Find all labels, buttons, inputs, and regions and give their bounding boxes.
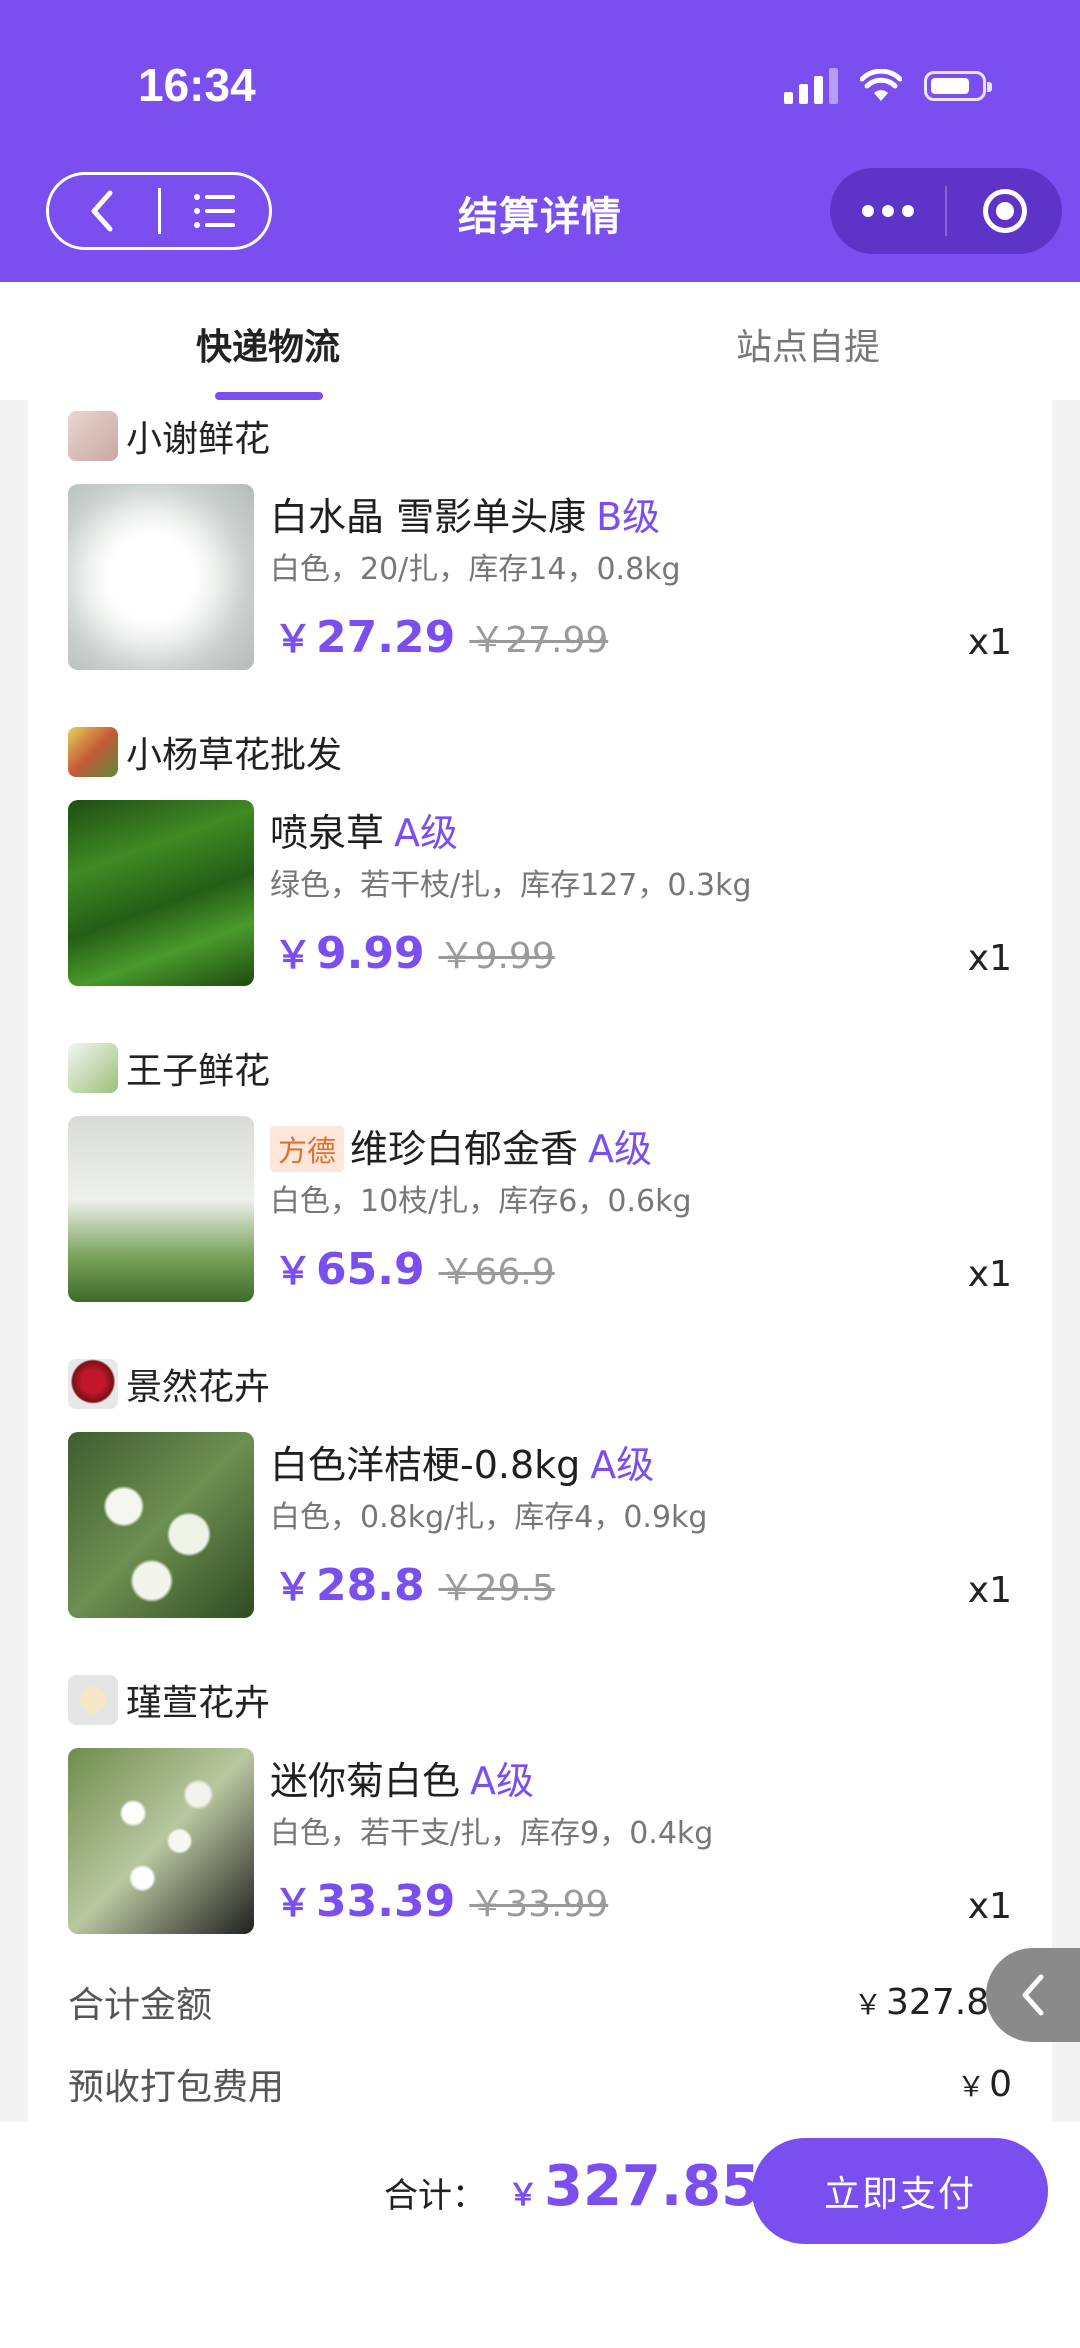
price-original: ￥33.99	[469, 1884, 609, 1925]
product-image[interactable]	[68, 1748, 254, 1934]
mini-program-capsule	[830, 168, 1062, 254]
delivery-tabs: 快递物流 站点自提	[0, 282, 1080, 400]
product-spec: 绿色，若干枝/扎，库存127，0.3kg	[270, 868, 752, 903]
price-original: ￥66.9	[438, 1252, 555, 1293]
product-spec: 白色，0.8kg/扎，库存4，0.9kg	[270, 1500, 708, 1535]
shop-header[interactable]: 瑾萱花卉	[68, 1674, 270, 1726]
target-icon	[982, 189, 1027, 233]
price-current: 28.8	[316, 1560, 425, 1611]
product-price: ￥33.39 ￥33.99	[274, 1872, 608, 1927]
tab-active-indicator	[215, 392, 323, 400]
product-image[interactable]	[68, 484, 254, 670]
product-quantity: x1	[967, 1254, 1012, 1295]
chevron-left-icon	[1022, 1974, 1044, 2016]
shop-name: 瑾萱花卉	[126, 1683, 271, 1724]
shop-header[interactable]: 王子鲜花	[68, 1042, 270, 1094]
shop-logo	[68, 1675, 118, 1725]
product-grade: B级	[596, 495, 661, 539]
currency-symbol: ￥	[274, 1565, 313, 1609]
price-current: 33.39	[316, 1876, 456, 1927]
product-price: ￥27.29 ￥27.99	[274, 608, 608, 663]
packing-fee-value: ￥ 0	[957, 2063, 1012, 2105]
price-current: 65.9	[316, 1244, 425, 1295]
product-spec: 白色，10枝/扎，库存6，0.6kg	[270, 1184, 692, 1219]
status-icons	[784, 66, 992, 106]
product-quantity: x1	[967, 622, 1012, 663]
pay-now-button[interactable]: 立即支付	[752, 2138, 1048, 2244]
order-card: 小谢鲜花 白水晶 雪影单头康 B级 白色，20/扎，库存14，0.8kg ￥27.…	[28, 400, 1052, 2122]
shop-name: 王子鲜花	[126, 1051, 271, 1092]
shop-logo	[68, 411, 118, 461]
currency-symbol: ￥	[274, 1881, 313, 1925]
shop-name: 小杨草花批发	[126, 735, 343, 776]
more-dots-icon	[861, 205, 914, 217]
packing-fee-row: 预收打包费用 ￥ 0	[68, 2058, 1012, 2110]
subtotal-row: 合计金额 ￥ 327.85	[68, 1976, 1012, 2028]
product-quantity: x1	[967, 1886, 1012, 1927]
tab-pickup[interactable]: 站点自提	[736, 318, 880, 370]
total-label: 合计：	[384, 2176, 486, 2216]
close-mini-program-button[interactable]	[947, 168, 1062, 254]
subtotal-label: 合计金额	[68, 1985, 213, 2026]
product-quantity: x1	[967, 1570, 1012, 1611]
signal-icon	[784, 68, 838, 104]
price-original: ￥27.99	[469, 620, 609, 661]
shop-logo	[68, 727, 118, 777]
product-title[interactable]: 喷泉草 A级	[270, 802, 458, 857]
shop-header[interactable]: 景然花卉	[68, 1358, 270, 1410]
side-drawer-toggle[interactable]	[986, 1948, 1080, 2042]
currency-symbol: ￥	[274, 617, 313, 661]
price-current: 27.29	[316, 612, 456, 663]
product-grade: A级	[394, 811, 459, 855]
status-time: 16:34	[138, 59, 256, 111]
product-spec: 白色，20/扎，库存14，0.8kg	[270, 552, 681, 587]
total-value: ￥ 327.85	[508, 2154, 761, 2219]
shop-name: 景然花卉	[126, 1367, 271, 1408]
packing-fee-label: 预收打包费用	[68, 2067, 285, 2108]
header: 16:34 结算详情	[0, 0, 1080, 282]
product-quantity: x1	[967, 938, 1012, 979]
product-spec: 白色，若干支/扎，库存9，0.4kg	[270, 1816, 714, 1851]
product-title[interactable]: 方德 维珍白郁金香 A级	[270, 1118, 652, 1175]
product-image[interactable]	[68, 800, 254, 986]
product-grade: A级	[590, 1443, 655, 1487]
currency-symbol: ￥	[274, 1249, 313, 1293]
more-button[interactable]	[830, 168, 945, 254]
product-title[interactable]: 白色洋桔梗-0.8kg A级	[270, 1434, 654, 1489]
supplier-tag: 方德	[270, 1125, 345, 1172]
wifi-icon	[860, 69, 902, 101]
tab-express[interactable]: 快递物流	[196, 318, 340, 370]
product-title[interactable]: 白水晶 雪影单头康 B级	[270, 486, 660, 541]
price-current: 9.99	[316, 928, 425, 979]
price-original: ￥9.99	[438, 936, 555, 977]
product-title[interactable]: 迷你菊白色 A级	[270, 1750, 534, 1805]
product-price: ￥9.99 ￥9.99	[274, 924, 555, 979]
shop-name: 小谢鲜花	[126, 419, 271, 460]
product-image[interactable]	[68, 1432, 254, 1618]
shop-logo	[68, 1359, 118, 1409]
product-grade: A级	[588, 1127, 653, 1171]
product-price: ￥65.9 ￥66.9	[274, 1240, 555, 1295]
product-grade: A级	[470, 1759, 535, 1803]
checkout-bar: 合计： ￥ 327.85 立即支付	[0, 2122, 1080, 2348]
battery-icon	[924, 71, 992, 101]
product-price: ￥28.8 ￥29.5	[274, 1556, 555, 1611]
shop-logo	[68, 1043, 118, 1093]
shop-header[interactable]: 小谢鲜花	[68, 410, 270, 462]
price-original: ￥29.5	[438, 1568, 555, 1609]
shop-header[interactable]: 小杨草花批发	[68, 726, 342, 778]
currency-symbol: ￥	[274, 933, 313, 977]
product-image[interactable]	[68, 1116, 254, 1302]
